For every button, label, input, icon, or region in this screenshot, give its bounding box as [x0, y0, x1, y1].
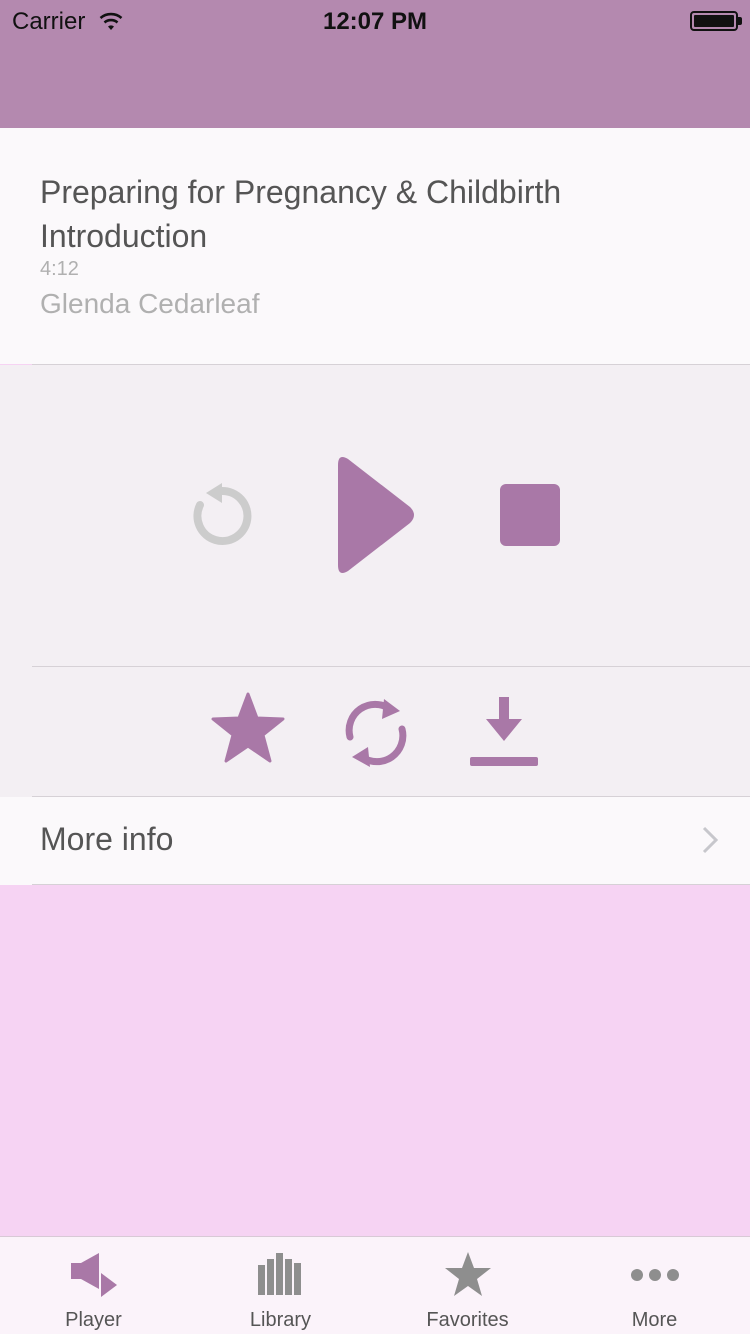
tab-label: More [631, 1309, 678, 1331]
tab-more[interactable]: More [561, 1237, 748, 1334]
repeat-button[interactable] [340, 695, 412, 771]
tab-label: Player [65, 1309, 122, 1331]
ellipsis-icon [630, 1269, 679, 1281]
library-icon [257, 1253, 301, 1295]
navigation-bar: Carrier 12:07 PM [0, 0, 750, 128]
divider [32, 884, 750, 885]
battery-icon [690, 11, 738, 31]
more-info-label: More info [40, 821, 174, 857]
chevron-right-icon [702, 826, 719, 854]
track-title: Preparing for Pregnancy & Childbirth Int… [40, 174, 562, 254]
download-button[interactable] [468, 695, 540, 767]
tab-bar: Player Library Favorites More [0, 1236, 750, 1334]
tab-label: Library [249, 1309, 312, 1331]
track-info-section: Preparing for Pregnancy & Childbirth Int… [0, 128, 750, 364]
player-screen: Carrier 12:07 PM Preparing for Pregnancy… [0, 0, 750, 1334]
more-info-row[interactable]: More info [0, 797, 750, 885]
stop-button[interactable] [500, 484, 560, 546]
tab-favorites[interactable]: Favorites [374, 1237, 561, 1334]
speaker-icon [70, 1253, 117, 1297]
track-duration: 4:12 [40, 258, 79, 280]
tab-player[interactable]: Player [0, 1237, 187, 1334]
status-time: 12:07 PM [322, 8, 428, 35]
star-icon [444, 1252, 491, 1296]
playback-controls [0, 365, 750, 797]
divider [32, 666, 750, 667]
battery-tip [738, 17, 742, 25]
replay-button[interactable] [190, 483, 254, 551]
play-button[interactable] [334, 453, 418, 577]
track-author: Glenda Cedarleaf [40, 288, 260, 319]
tab-label: Favorites [426, 1309, 509, 1331]
tab-library[interactable]: Library [187, 1237, 374, 1334]
favorite-star-button[interactable] [210, 692, 286, 764]
